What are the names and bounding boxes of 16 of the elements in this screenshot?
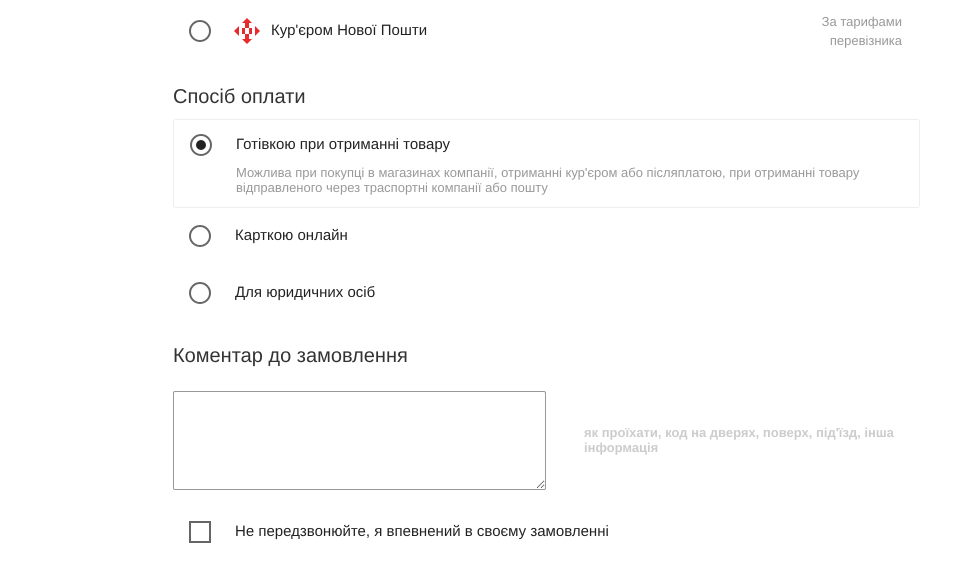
section-title: Спосіб оплати <box>173 85 306 109</box>
radio-button[interactable] <box>189 20 211 42</box>
price-note: За тарифами перевізника <box>820 12 902 50</box>
radio-button[interactable] <box>189 225 211 248</box>
payment-option-label[interactable]: Для юридичних осіб <box>235 282 376 304</box>
payment-option-label[interactable]: Готівкою при отриманні товару <box>236 134 450 156</box>
logo-icon <box>233 17 261 45</box>
checkbox-label[interactable]: Не передзвонюйте, я впевнений в своєму замовленні <box>235 520 609 544</box>
delivery-option-label: Кур'єром Нової Пошти <box>271 20 428 41</box>
section-title: Коментар до замовлення <box>173 344 409 368</box>
radio-button[interactable] <box>189 282 211 304</box>
payment-option-label[interactable]: Карткою онлайн <box>235 224 348 248</box>
radio-button[interactable] <box>190 134 212 156</box>
option-description: Можлива при покупці в магазинах компанії, отриманні кур'єром або післяплатою, при отриманні товару відправленого через траспортні компанії або пошту <box>236 164 860 196</box>
checkbox[interactable] <box>189 520 211 543</box>
comment-field[interactable] <box>173 390 546 490</box>
